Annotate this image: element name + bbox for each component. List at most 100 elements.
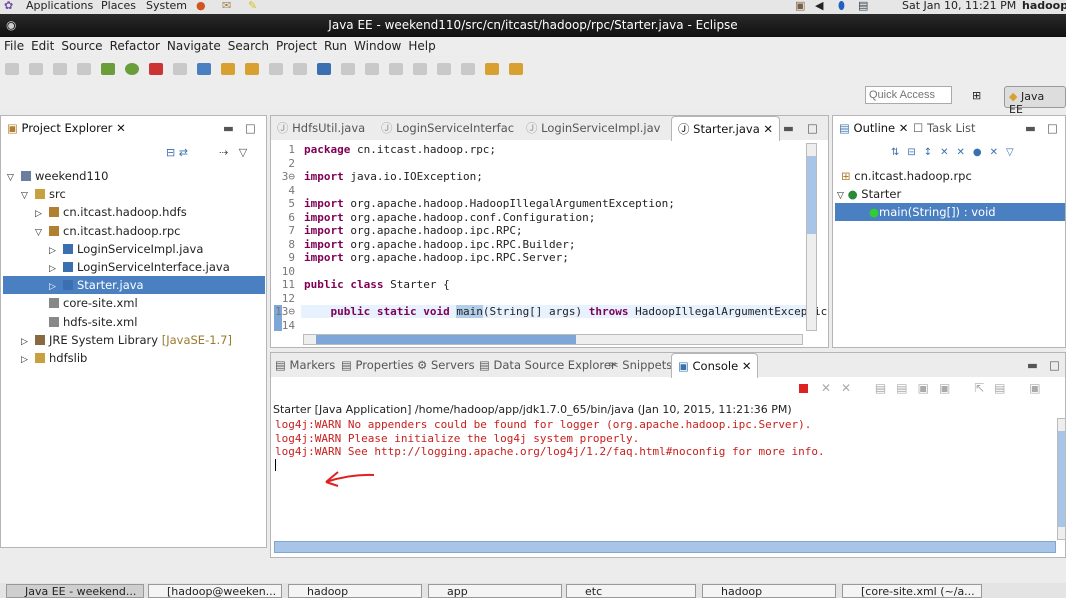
resume-icon[interactable] bbox=[365, 63, 379, 75]
expand-toggle-icon[interactable]: ▷ bbox=[21, 351, 35, 369]
new-icon[interactable] bbox=[5, 63, 19, 75]
menu-file[interactable]: File bbox=[4, 39, 24, 53]
menu-navigate[interactable]: Navigate bbox=[167, 39, 221, 53]
taskbar-item[interactable]: [hadoop@weeken... bbox=[148, 584, 282, 598]
menu-window[interactable]: Window bbox=[354, 39, 401, 53]
taskbar-item[interactable]: Java EE - weekend... bbox=[6, 584, 144, 598]
tab-loginserviceinterface[interactable]: Ⓙ LoginServiceInterfac bbox=[381, 116, 514, 140]
view-menu-icon[interactable]: ⇢ ▽ bbox=[219, 146, 247, 159]
line-number: 7 bbox=[288, 224, 295, 237]
save-icon[interactable] bbox=[29, 63, 43, 75]
console-horizontal-scrollbar[interactable] bbox=[274, 541, 1056, 553]
taskbar-item[interactable]: app bbox=[428, 584, 562, 598]
editor-horizontal-scrollbar[interactable] bbox=[303, 334, 803, 345]
volume-icon[interactable]: ◀ bbox=[815, 0, 823, 12]
annotation-icon[interactable] bbox=[293, 63, 307, 75]
menu-search[interactable]: Search bbox=[228, 39, 269, 53]
editor-maximize-button[interactable]: □ bbox=[807, 116, 818, 140]
menu-refactor[interactable]: Refactor bbox=[110, 39, 160, 53]
firefox-icon[interactable]: ● bbox=[196, 0, 206, 12]
notes-icon[interactable]: ✎ bbox=[248, 0, 257, 12]
editor-vertical-scrollbar[interactable] bbox=[806, 143, 817, 331]
tab-markers[interactable]: ▤ Markers bbox=[275, 353, 335, 377]
back-icon[interactable] bbox=[485, 63, 499, 75]
taskbar-item[interactable]: [core-site.xml (~/a... bbox=[842, 584, 982, 598]
console-vertical-scrollbar[interactable] bbox=[1057, 418, 1066, 540]
taskbar-item[interactable]: etc bbox=[566, 584, 696, 598]
menu-source[interactable]: Source bbox=[61, 39, 102, 53]
places-menu[interactable]: Places bbox=[101, 0, 136, 12]
run-external-icon[interactable] bbox=[149, 63, 163, 75]
editor-minimize-button[interactable]: ▬ bbox=[783, 116, 794, 140]
tree-item[interactable]: hdfs-site.xml bbox=[3, 313, 137, 331]
tab-outline[interactable]: ▤ Outline ✕ bbox=[839, 116, 908, 140]
console-maximize-button[interactable]: □ bbox=[1049, 353, 1060, 377]
outline-item-package[interactable]: ⊞ cn.itcast.hadoop.rpc bbox=[841, 167, 972, 185]
quick-access-input[interactable] bbox=[865, 86, 952, 104]
tab-project-explorer[interactable]: ▣ Project Explorer ✕ bbox=[7, 116, 126, 140]
outline-item-method[interactable]: ●main(String[]) : void bbox=[835, 203, 1065, 221]
forward-icon[interactable] bbox=[509, 63, 523, 75]
clock[interactable]: Sat Jan 10, 11:21 PM bbox=[902, 0, 1016, 12]
menu-help[interactable]: Help bbox=[408, 39, 435, 53]
open-type-icon[interactable] bbox=[221, 63, 235, 75]
system-menu[interactable]: System bbox=[146, 0, 187, 12]
taskbar-item[interactable]: hadoop bbox=[288, 584, 422, 598]
minimize-button[interactable]: ▬ bbox=[223, 116, 234, 140]
network-icon[interactable]: ▣ bbox=[795, 0, 805, 12]
applications-menu[interactable]: Applications bbox=[26, 0, 93, 12]
outline-maximize-button[interactable]: □ bbox=[1047, 116, 1058, 140]
display-icon[interactable]: ▤ bbox=[858, 0, 868, 12]
mail-icon[interactable]: ✉ bbox=[222, 0, 231, 12]
tab-snippets[interactable]: ✂ Snippets bbox=[609, 353, 672, 377]
save-all-icon[interactable] bbox=[53, 63, 67, 75]
tree-item[interactable]: ▷ LoginServiceInterface.java bbox=[3, 258, 230, 276]
step-over-icon[interactable] bbox=[461, 63, 475, 75]
tree-item[interactable]: ▷ hdfslib bbox=[3, 349, 87, 367]
tree-item[interactable]: ▷ Starter.java bbox=[3, 276, 265, 295]
tab-properties[interactable]: ▤ Properties bbox=[341, 353, 414, 377]
outline-item-class[interactable]: ▽ ● Starter bbox=[837, 185, 901, 203]
tree-item[interactable]: ▽ cn.itcast.hadoop.rpc bbox=[3, 222, 181, 240]
suspend-icon[interactable] bbox=[389, 63, 403, 75]
new-server-icon[interactable] bbox=[173, 63, 187, 75]
tree-item[interactable]: core-site.xml bbox=[3, 294, 138, 312]
search-icon[interactable] bbox=[269, 63, 283, 75]
tree-item[interactable]: ▽ weekend110 bbox=[3, 167, 108, 185]
terminate-icon[interactable] bbox=[413, 63, 427, 75]
tab-data-source-explorer[interactable]: ▤ Data Source Explorer bbox=[479, 353, 616, 377]
menu-edit[interactable]: Edit bbox=[31, 39, 54, 53]
tree-item[interactable]: ▷ JRE System Library [JavaSE-1.7] bbox=[3, 331, 232, 349]
tree-item[interactable]: ▽ src bbox=[3, 185, 66, 203]
run-icon[interactable] bbox=[125, 63, 139, 75]
new-class-icon[interactable] bbox=[197, 63, 211, 75]
tab-starter[interactable]: Ⓙ Starter.java ✕ bbox=[671, 116, 781, 141]
collapse-all-icon[interactable]: ⊟ ⇄ bbox=[166, 146, 188, 159]
tab-servers[interactable]: ⚙ Servers bbox=[417, 353, 475, 377]
taskbar-item[interactable]: hadoop bbox=[702, 584, 836, 598]
tab-loginserviceimpl[interactable]: Ⓙ LoginServiceImpl.jav bbox=[526, 116, 660, 140]
user-name[interactable]: hadoop bbox=[1022, 0, 1066, 12]
tab-task-list[interactable]: ☐ Task List bbox=[913, 116, 976, 140]
step-icon[interactable] bbox=[437, 63, 451, 75]
terminate-icon[interactable] bbox=[799, 384, 808, 393]
tab-hdfsutil[interactable]: Ⓙ HdfsUtil.java bbox=[277, 116, 365, 140]
console-toolbar-icons[interactable]: ✕✕ ▤▤▣▣ ⇱▤ ▣ bbox=[821, 381, 1051, 395]
bluetooth-icon[interactable]: ⬮ bbox=[838, 0, 845, 12]
web-browser-icon[interactable] bbox=[317, 63, 331, 75]
open-perspective-icon[interactable]: ⊞ bbox=[972, 89, 981, 102]
perspective-java-ee-button[interactable]: ◆ Java EE bbox=[1004, 86, 1066, 116]
debug-icon[interactable] bbox=[101, 63, 115, 75]
tree-item[interactable]: ▷ cn.itcast.hadoop.hdfs bbox=[3, 203, 187, 221]
open-task-icon[interactable] bbox=[245, 63, 259, 75]
console-minimize-button[interactable]: ▬ bbox=[1027, 353, 1038, 377]
pin-icon[interactable] bbox=[341, 63, 355, 75]
menu-run[interactable]: Run bbox=[324, 39, 347, 53]
print-icon[interactable] bbox=[77, 63, 91, 75]
tab-console[interactable]: ▣ Console ✕ bbox=[671, 353, 759, 378]
menu-project[interactable]: Project bbox=[276, 39, 317, 53]
maximize-button[interactable]: □ bbox=[245, 116, 256, 140]
tree-item[interactable]: ▷ LoginServiceImpl.java bbox=[3, 240, 203, 258]
outline-minimize-button[interactable]: ▬ bbox=[1025, 116, 1036, 140]
outline-toolbar-icons[interactable]: ⇅⊟↕✕✕●✕▽ bbox=[891, 147, 1022, 158]
